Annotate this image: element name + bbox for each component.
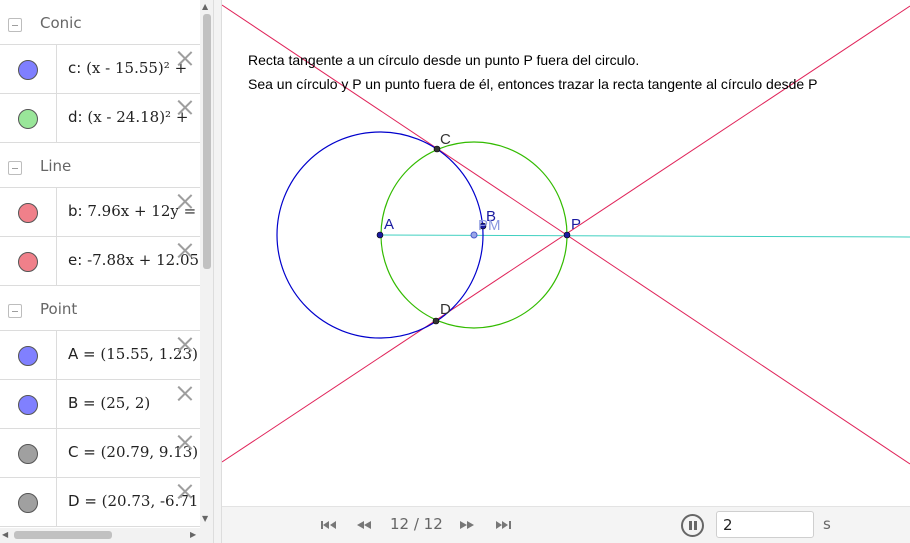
first-page-icon[interactable]	[320, 516, 338, 534]
label-m: PM	[478, 217, 501, 234]
delete-icon[interactable]	[176, 49, 194, 67]
object-label: c:	[68, 59, 87, 77]
horizontal-scroll-thumb[interactable]	[14, 531, 112, 539]
marble-icon[interactable]	[18, 493, 38, 513]
visibility-toggle[interactable]	[0, 45, 57, 93]
algebra-row[interactable]: d: (x - 24.18)² +	[0, 94, 200, 143]
delete-icon[interactable]	[176, 335, 194, 353]
algebra-list: Conic c: (x - 15.55)² + d: (x - 24.18)² + L…	[0, 0, 200, 528]
algebra-row[interactable]: C = (20.79, 9.13)	[0, 429, 200, 478]
object-value: (x - 24.18)² +	[87, 108, 189, 126]
visibility-toggle[interactable]	[0, 478, 57, 526]
delete-icon[interactable]	[176, 98, 194, 116]
group-header-point[interactable]: Point	[0, 286, 200, 331]
vertical-scroll-thumb[interactable]	[203, 14, 211, 269]
algebra-row[interactable]: c: (x - 15.55)² +	[0, 45, 200, 94]
horizontal-scrollbar[interactable]: ◀ ▶	[0, 528, 213, 543]
geogebra-app: Conic c: (x - 15.55)² + d: (x - 24.18)² + L…	[0, 0, 910, 543]
label-c: C	[440, 131, 451, 148]
algebra-row[interactable]: A = (15.55, 1.23)	[0, 331, 200, 380]
object-label: b:	[68, 202, 88, 220]
group-title: Point	[40, 300, 78, 318]
label-a: A	[384, 216, 394, 233]
delete-icon[interactable]	[176, 384, 194, 402]
collapse-icon[interactable]	[8, 18, 22, 32]
group-title: Line	[40, 157, 72, 175]
point-m[interactable]	[470, 231, 478, 239]
visibility-toggle[interactable]	[0, 188, 57, 236]
marble-icon[interactable]	[18, 395, 38, 415]
algebra-row[interactable]: D = (20.73, -6.71	[0, 478, 200, 527]
graphics-view[interactable]: A B PM P C D Recta tangente a un círculo…	[222, 0, 910, 543]
marble-icon[interactable]	[18, 444, 38, 464]
group-header-conic[interactable]: Conic	[0, 0, 200, 45]
scroll-left-icon[interactable]: ◀	[2, 530, 8, 539]
algebra-view: Conic c: (x - 15.55)² + d: (x - 24.18)² + L…	[0, 0, 213, 543]
collapse-icon[interactable]	[8, 161, 22, 175]
last-page-icon[interactable]	[494, 516, 512, 534]
description-text-line2: Sea un círculo y P un punto fuera de él,…	[248, 76, 818, 92]
visibility-toggle[interactable]	[0, 94, 57, 142]
label-p: P	[571, 216, 581, 233]
scroll-right-icon[interactable]: ▶	[190, 530, 196, 539]
algebra-row[interactable]: b: 7.96x + 12y =	[0, 188, 200, 237]
algebra-row[interactable]: e: -7.88x + 12.05	[0, 237, 200, 286]
page-indicator: 12 / 12	[390, 515, 443, 533]
marble-icon[interactable]	[18, 252, 38, 272]
point-a[interactable]	[376, 231, 384, 239]
speed-unit: s	[823, 515, 831, 533]
object-value: (25, 2)	[100, 394, 151, 412]
algebra-expression[interactable]: d: (x - 24.18)² +	[68, 108, 188, 126]
label-d: D	[440, 301, 451, 318]
scroll-up-icon[interactable]: ▲	[202, 2, 208, 12]
visibility-toggle[interactable]	[0, 331, 57, 379]
scroll-down-icon[interactable]: ▼	[202, 514, 208, 524]
visibility-toggle[interactable]	[0, 380, 57, 428]
object-label: e:	[68, 251, 88, 269]
delete-icon[interactable]	[176, 482, 194, 500]
segment-ap[interactable]	[379, 234, 910, 238]
pause-icon[interactable]	[681, 514, 704, 537]
visibility-toggle[interactable]	[0, 429, 57, 477]
object-value: (x - 15.55)² +	[86, 59, 188, 77]
object-label: A =	[68, 345, 101, 363]
marble-icon[interactable]	[18, 203, 38, 223]
next-page-icon[interactable]	[458, 516, 476, 534]
description-text-line1: Recta tangente a un círculo desde un pun…	[248, 52, 640, 68]
object-label: D =	[68, 492, 102, 510]
point-p[interactable]	[563, 231, 571, 239]
delete-icon[interactable]	[176, 192, 194, 210]
visibility-toggle[interactable]	[0, 237, 57, 285]
delete-icon[interactable]	[176, 241, 194, 259]
delete-icon[interactable]	[176, 433, 194, 451]
algebra-row[interactable]: B = (25, 2)	[0, 380, 200, 429]
vertical-scrollbar[interactable]: ▲ ▼	[200, 0, 213, 528]
speed-input[interactable]	[716, 511, 814, 538]
previous-page-icon[interactable]	[355, 516, 373, 534]
point-d[interactable]	[432, 317, 440, 325]
panel-splitter[interactable]	[213, 0, 222, 543]
collapse-icon[interactable]	[8, 304, 22, 318]
algebra-expression[interactable]: c: (x - 15.55)² +	[68, 59, 187, 77]
group-header-line[interactable]: Line	[0, 143, 200, 188]
marble-icon[interactable]	[18, 346, 38, 366]
marble-icon[interactable]	[18, 109, 38, 129]
group-title: Conic	[40, 14, 82, 32]
object-label: d:	[68, 108, 88, 126]
object-label: C =	[68, 443, 101, 461]
marble-icon[interactable]	[18, 60, 38, 80]
object-label: B =	[68, 394, 101, 412]
algebra-expression[interactable]: B = (25, 2)	[68, 394, 150, 412]
slide-playback-bar: 12 / 12 s	[222, 506, 910, 543]
